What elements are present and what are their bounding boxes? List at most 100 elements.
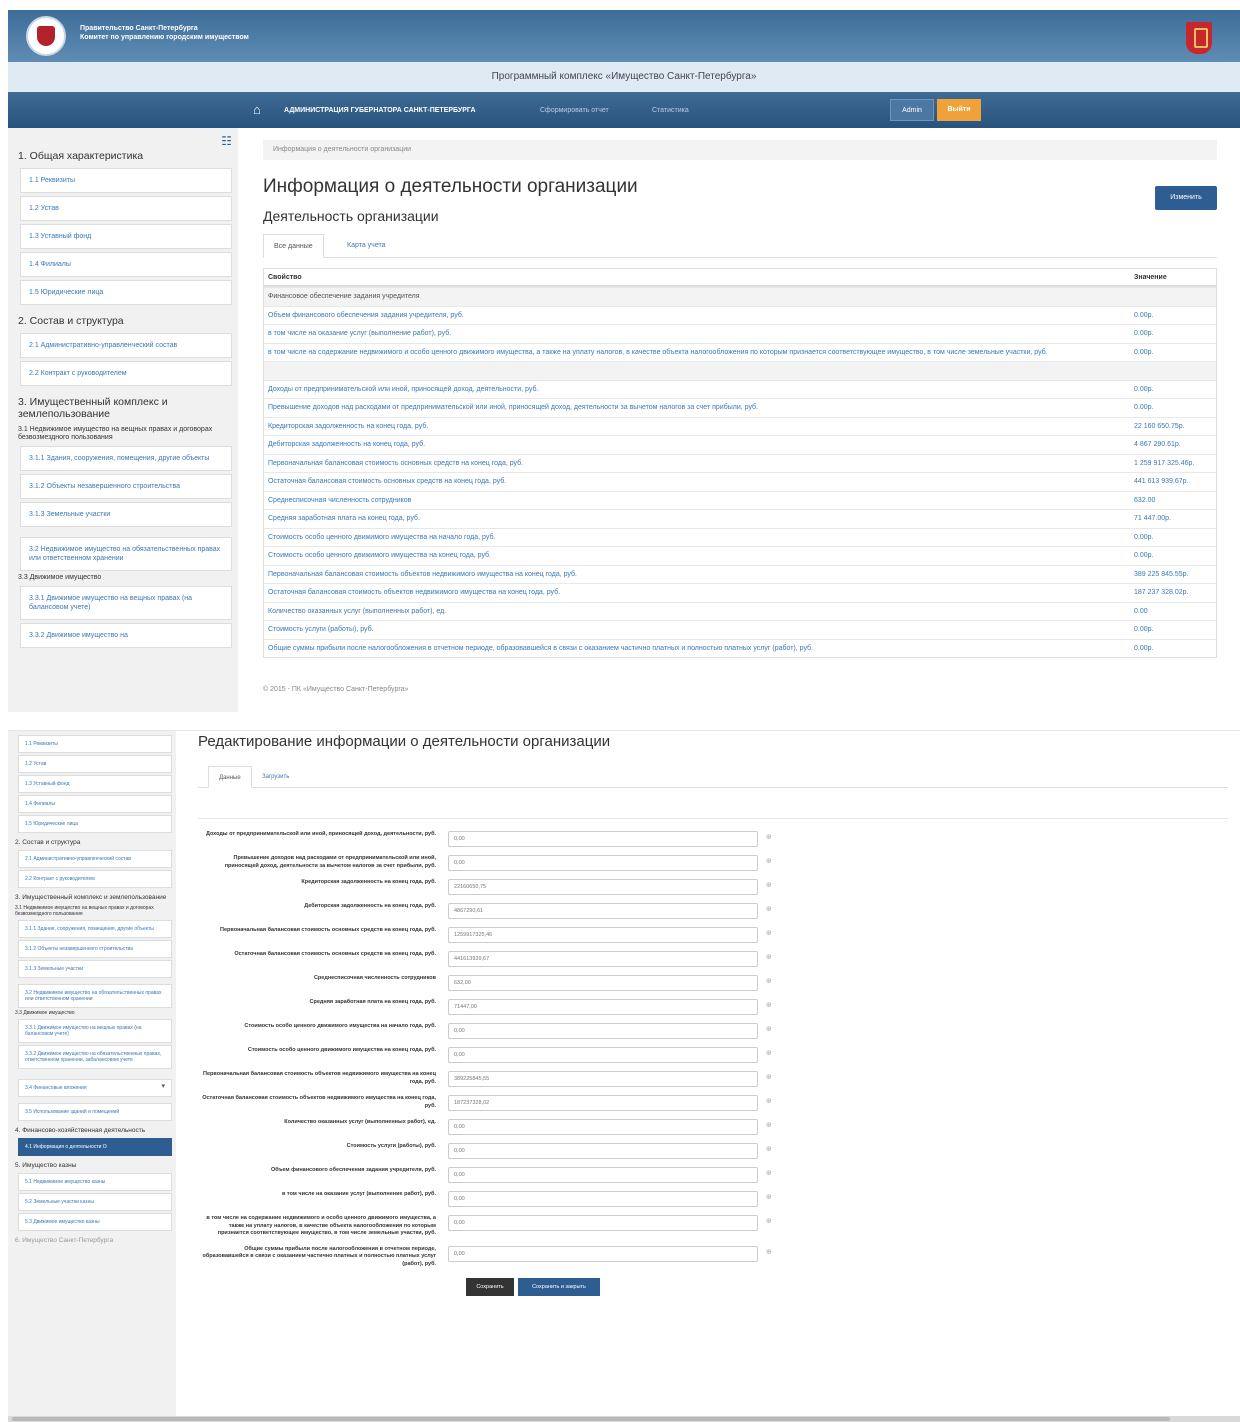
list-toggle-icon[interactable]: ☷ [221, 134, 232, 148]
field-input[interactable]: 0,00 [448, 1023, 758, 1039]
info-icon[interactable]: ⊕ [766, 1095, 772, 1109]
field-input[interactable]: 0,00 [448, 1167, 758, 1183]
home-icon[interactable]: ⌂ [253, 102, 261, 117]
info-icon[interactable]: ⊕ [766, 927, 772, 941]
field-input[interactable]: 0,00 [448, 1191, 758, 1207]
field-input[interactable]: 632,00 [448, 975, 758, 991]
info-icon[interactable]: ⊕ [766, 1191, 772, 1205]
sidebar-item[interactable]: 5.3 Движимое имущество казны [18, 1213, 172, 1231]
sidebar-item-obligation-property[interactable]: 3.2 Недвижимое имущество на обязательств… [20, 537, 232, 571]
edit-button[interactable]: Изменить [1155, 186, 1217, 210]
horizontal-scrollbar[interactable] [8, 1416, 1240, 1422]
property-cell[interactable]: Кредиторская задолженность на конец года… [264, 420, 1130, 433]
save-button[interactable]: Сохранить [466, 1278, 514, 1296]
field-input[interactable]: 0,00 [448, 1245, 758, 1262]
field-input[interactable]: 441613939,67 [448, 951, 758, 967]
info-icon[interactable]: ⊕ [766, 879, 772, 893]
sidebar-item[interactable]: 3.3.2 Движимое имущество на [20, 623, 232, 648]
sidebar-item[interactable]: 3.1.3 Земельные участки [18, 960, 172, 978]
sidebar-item[interactable]: 3.3.1 Движимое имущество на вещных права… [20, 586, 232, 620]
field-input[interactable]: 71447,00 [448, 999, 758, 1015]
nav-report-link[interactable]: Сформировать отчет [540, 107, 609, 114]
nav-statistics-link[interactable]: Статистика [652, 107, 689, 114]
info-icon[interactable]: ⊕ [766, 975, 772, 989]
property-cell[interactable]: Стоимость особо ценного движимого имущес… [264, 531, 1130, 544]
sidebar2-item-financial-investments[interactable]: 3.4 Финансовые вложения [18, 1079, 172, 1097]
property-cell[interactable]: Средняя заработная плата на конец года, … [264, 512, 1130, 525]
property-cell[interactable]: Стоимость услуги (работы), руб. [264, 623, 1130, 636]
tab-data[interactable]: Данные [208, 766, 252, 788]
sidebar-item[interactable]: 1.2 Устав [18, 755, 172, 773]
info-icon[interactable]: ⊕ [766, 1215, 772, 1229]
property-cell[interactable]: Превышение доходов над расходами от пред… [264, 401, 1130, 414]
property-cell[interactable]: в том числе на содержание недвижимого и … [264, 346, 1130, 359]
tab-all-data[interactable]: Все данные [263, 234, 324, 258]
scrollbar-thumb[interactable] [12, 1417, 1170, 1421]
nav-organization[interactable]: АДМИНИСТРАЦИЯ ГУБЕРНАТОРА САНКТ-ПЕТЕРБУР… [284, 107, 476, 114]
property-cell[interactable]: Первоначальная балансовая стоимость осно… [264, 457, 1130, 470]
sidebar-item[interactable]: 3.1.3 Земельные участки [20, 502, 232, 527]
sidebar-item[interactable]: 1.1 Реквизиты [20, 168, 232, 193]
sidebar-item[interactable]: 1.5 Юридические лица [20, 280, 232, 305]
sidebar-item[interactable]: 1.4 Филиалы [20, 252, 232, 277]
property-cell[interactable]: Среднесписочная численность сотрудников [264, 494, 1130, 507]
property-cell[interactable]: Доходы от предпринимательской или иной, … [264, 383, 1130, 396]
info-icon[interactable]: ⊕ [766, 1246, 772, 1260]
sidebar-item[interactable]: 2.1 Административно-управленческий соста… [20, 333, 232, 358]
field-input[interactable]: 0,00 [448, 1047, 758, 1063]
sidebar2-item-activity-info[interactable]: 4.1 Информация о деятельности О [18, 1138, 172, 1156]
sidebar-item[interactable]: 3.1.1 Здания, сооружения, помещения, дру… [20, 446, 232, 471]
info-icon[interactable]: ⊕ [766, 1167, 772, 1181]
sidebar-item[interactable]: 1.3 Уставный фонд [18, 775, 172, 793]
tab-upload[interactable]: Загрузить [252, 766, 299, 788]
info-icon[interactable]: ⊕ [766, 1047, 772, 1061]
info-icon[interactable]: ⊕ [766, 951, 772, 965]
field-input[interactable]: 0,00 [448, 1119, 758, 1135]
info-icon[interactable]: ⊕ [766, 1023, 772, 1037]
sidebar-item[interactable]: 2.2 Контракт с руководителем [20, 361, 232, 386]
sidebar-item[interactable]: 1.4 Филиалы [18, 795, 172, 813]
sidebar2-item-buildings-usage[interactable]: 3.5 Использование зданий и помещений [18, 1103, 172, 1121]
admin-button[interactable]: Admin [890, 99, 934, 121]
field-input[interactable]: 0,00 [448, 1215, 758, 1231]
info-icon[interactable]: ⊕ [766, 1119, 772, 1133]
info-icon[interactable]: ⊕ [766, 855, 772, 869]
sidebar2-item-obligation-property[interactable]: 3.2 Недвижимое имущество на обязательств… [18, 984, 172, 1008]
property-cell[interactable]: Общие суммы прибыли после налогообложени… [264, 642, 1130, 655]
property-cell[interactable]: Первоначальная балансовая стоимость объе… [264, 568, 1130, 581]
property-cell[interactable]: Стоимость особо ценного движимого имущес… [264, 549, 1130, 562]
property-cell[interactable]: Дебиторская задолженность на конец года,… [264, 438, 1130, 451]
sidebar-item[interactable]: 1.3 Уставный фонд [20, 224, 232, 249]
save-and-close-button[interactable]: Сохранить и закрыть [518, 1278, 600, 1296]
field-input[interactable]: 187237328,02 [448, 1095, 758, 1111]
sidebar-item[interactable]: 1.1 Реквизиты [18, 735, 172, 753]
sidebar-item[interactable]: 3.1.2 Объекты незавершенного строительст… [20, 474, 232, 499]
field-input[interactable]: 0,00 [448, 855, 758, 871]
sidebar-item[interactable]: 3.1.1 Здания, сооружения, помещения, дру… [18, 920, 172, 938]
info-icon[interactable]: ⊕ [766, 1071, 772, 1085]
field-input[interactable]: 389225845,55 [448, 1071, 758, 1087]
sidebar-item[interactable]: 3.3.1 Движимое имущество на вещных права… [18, 1019, 172, 1043]
field-input[interactable]: 1259917325,46 [448, 927, 758, 943]
info-icon[interactable]: ⊕ [766, 999, 772, 1013]
sidebar-item[interactable]: 2.1 Административно-управленческий соста… [18, 850, 172, 868]
property-cell[interactable]: в том числе на оказание услуг (выполнени… [264, 327, 1130, 340]
info-icon[interactable]: ⊕ [766, 903, 772, 917]
info-icon[interactable]: ⊕ [766, 831, 772, 845]
sidebar-item[interactable]: 1.2 Устав [20, 196, 232, 221]
logout-button[interactable]: Выйти [937, 99, 981, 121]
property-cell[interactable]: Количество оказанных услуг (выполненных … [264, 605, 1130, 618]
tab-accounting-card[interactable]: Карта учета [337, 234, 396, 258]
property-cell[interactable]: Остаточная балансовая стоимость основных… [264, 475, 1130, 488]
sidebar-item[interactable]: 3.3.2 Движимое имущество на обязательств… [18, 1045, 172, 1069]
sidebar-item[interactable]: 2.2 Контракт с руководителем [18, 870, 172, 888]
property-cell[interactable]: Объем финансового обеспечения задания уч… [264, 309, 1130, 322]
property-cell[interactable]: Остаточная балансовая стоимость объектов… [264, 586, 1130, 599]
sidebar-item[interactable]: 5.2 Земельные участки казны [18, 1193, 172, 1211]
field-input[interactable]: 4867290,61 [448, 903, 758, 919]
field-input[interactable]: 0,00 [448, 1143, 758, 1159]
field-input[interactable]: 0,00 [448, 831, 758, 847]
sidebar-item[interactable]: 3.1.2 Объекты незавершенного строительст… [18, 940, 172, 958]
info-icon[interactable]: ⊕ [766, 1143, 772, 1157]
sidebar-item[interactable]: 1.5 Юридические лица [18, 815, 172, 833]
